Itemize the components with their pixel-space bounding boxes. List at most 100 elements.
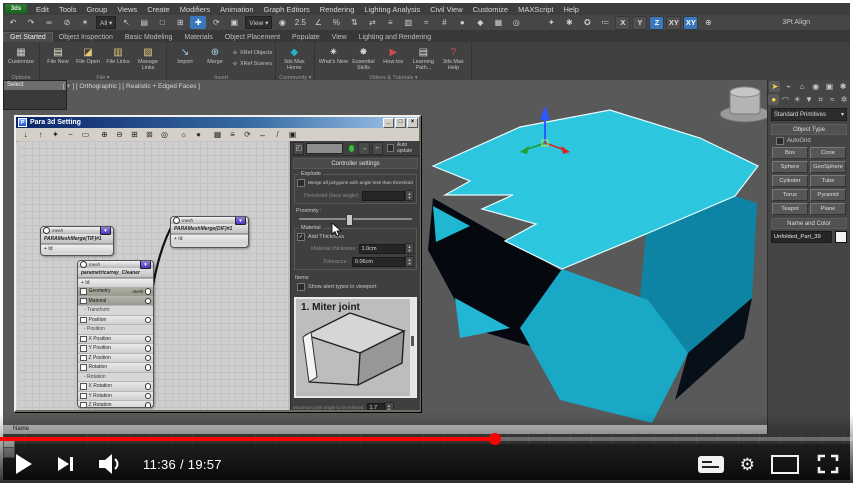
merge-polygons-checkbox[interactable] [297,179,305,187]
param-checkbox[interactable] [80,297,87,304]
select-by-name-icon[interactable]: ▤ [136,16,152,29]
param-output-port[interactable] [144,402,151,407]
geometry-subtab[interactable]: ● [768,94,780,105]
param-checkbox[interactable] [80,383,87,390]
fullscreen-icon[interactable] [817,454,839,474]
menu-maxscript[interactable]: MAXScript [513,5,558,14]
menu-graph-editors[interactable]: Graph Editors [259,5,315,14]
tolerance-field[interactable]: 0.06cm [351,256,405,267]
threshold-spinner[interactable]: ▲ ▼ [405,190,414,201]
menu-edit[interactable]: Edit [31,5,54,14]
param-row-z-rotation[interactable]: Z Rotation [78,401,153,407]
ribbon-tab-materials[interactable]: Materials [178,33,218,42]
utilities-tab[interactable]: ✱ [838,81,849,92]
miter-angle-field[interactable]: 1.7 [366,402,385,410]
rendered-frame-icon[interactable]: ▦ [490,16,506,29]
param-row-x-rotation[interactable]: X Rotation [78,382,153,392]
schematic-view-icon[interactable]: # [436,16,452,29]
ribbon-button-file-links[interactable]: ▥ File Links [103,47,133,71]
primitive-torus-button[interactable]: Torus [772,189,808,201]
param-row-x-position[interactable]: X Position [78,334,153,344]
add-thickness-checkbox[interactable]: ✓ [297,233,305,241]
rotate-icon[interactable]: ⟳ [208,16,224,29]
para-tool-10-icon[interactable]: ◎ [157,128,172,141]
ribbon-button-import[interactable]: ↘ Import [170,47,200,71]
corner-icon[interactable]: ⌐ [371,141,384,155]
window-crossing-icon[interactable]: ⊞ [172,16,188,29]
param-output-port[interactable] [144,392,151,399]
create-tab[interactable]: ➤ [769,81,781,92]
param-output-port[interactable] [144,383,151,390]
layer-manager-icon[interactable]: ▥ [400,16,416,29]
primitive-teapot-button[interactable]: Teapot [772,203,808,215]
param-output-port[interactable] [144,288,151,295]
align-icon[interactable]: ≡ [382,16,398,29]
systems-subtab[interactable]: ✲ [839,94,850,105]
align-tool-label[interactable]: 3Pt Align [782,19,810,26]
civil-view-icon-4[interactable]: ≔ [597,16,613,29]
ribbon-button-xref-objects[interactable]: ✧ XRef Objects [232,48,272,59]
shapes-subtab[interactable]: ◠ [780,94,791,105]
para-tool-6-icon[interactable]: ⊕ [97,128,112,141]
ribbon-button-what-s-new[interactable]: ✷ What's New [318,47,348,71]
para-tool-13-icon[interactable]: ● [191,128,206,141]
node-id-row[interactable]: + Id [171,234,248,243]
para3d-window[interactable]: P Para 3d Setting _ □ × ↓ ↑ ✦ − ▭ ⊕ ⊖ ⊞ ⊠ ◎ ☼ ● ▦ ≡ ⟳ ↔ / ▣… [14,115,421,412]
menu-group[interactable]: Group [81,5,112,14]
modify-tab[interactable]: ⌁ [783,81,794,92]
param-row-position[interactable]: Position [78,315,153,325]
hierarchy-tab[interactable]: ⌂ [797,81,808,92]
param-output-port[interactable] [144,297,151,304]
autogrid-checkbox[interactable] [776,137,784,145]
object-color-swatch[interactable] [835,231,847,243]
ribbon-button-file-new[interactable]: ▤ File New [43,47,73,71]
param-output-port[interactable] [144,345,151,352]
para-tool-4-icon[interactable]: ▭ [78,128,93,141]
para-tool-15-icon[interactable]: ▦ [210,128,225,141]
param-output-port[interactable] [144,335,151,342]
play-button[interactable] [16,454,32,474]
scale-icon[interactable]: ▣ [226,16,242,29]
ribbon-button-customize[interactable]: ▦ Customize [6,47,36,71]
node-id-row[interactable]: + Id [78,278,153,287]
para-tool-20-icon[interactable]: ▣ [285,128,300,141]
close-icon[interactable]: × [407,117,418,128]
progress-scrubber[interactable] [488,433,501,445]
ribbon-tab-object-inspection[interactable]: Object Inspection [53,33,119,42]
primitive-plane-button[interactable]: Plane [810,203,846,215]
menu-customize[interactable]: Customize [468,5,513,14]
param-checkbox[interactable] [80,288,87,295]
para-tool-9-icon[interactable]: ⊠ [142,128,157,141]
para-tool-16-icon[interactable]: ≡ [225,128,240,141]
axis-xy-button[interactable]: XY [666,15,682,30]
name-color-rollout[interactable]: Name and Color [771,218,847,229]
autogrid-row[interactable]: AutoGrid [776,137,850,145]
civil-view-icon-2[interactable]: ✱ [561,16,577,29]
param-output-port[interactable] [144,316,151,323]
primitive-cylinder-button[interactable]: Cylinder [772,175,808,187]
menu-views[interactable]: Views [112,5,142,14]
primitive-geosphere-button[interactable]: GeoSphere [810,161,846,173]
node-input-port[interactable] [173,217,180,224]
ribbon-button-merge[interactable]: ⊕ Merge [200,47,230,71]
para-tool-0-icon[interactable]: ↓ [18,128,33,141]
app-logo[interactable]: 3ds [5,4,27,14]
node-meshmerge-right[interactable]: mesh ▼ PARAMeshMerge(DIF)#1 + Id [170,216,249,248]
primitive-pyramid-button[interactable]: Pyramid [810,189,846,201]
miter-angle-spinner[interactable]: ▲ ▼ [384,402,394,410]
param-checkbox[interactable] [80,354,87,361]
ribbon-tab-view[interactable]: View [326,33,353,42]
ribbon-button-how-tos[interactable]: ▶ How-tos [378,47,408,71]
spinner-snap-icon[interactable]: ⇅ [346,16,362,29]
ribbon-button-3ds-max-home[interactable]: ◆ 3ds Max Home [279,47,309,71]
ribbon-tab-populate[interactable]: Populate [286,33,326,42]
next-button[interactable] [58,457,73,471]
thickness-spinner[interactable]: ▲ ▼ [405,243,414,254]
para-tool-3-icon[interactable]: − [63,128,78,141]
render-setup-icon[interactable]: ◆ [472,16,488,29]
param-checkbox[interactable] [80,345,87,352]
tolerance-spinner[interactable]: ▲ ▼ [405,256,414,267]
menu-rendering[interactable]: Rendering [315,5,360,14]
primitive-category-dropdown[interactable]: Standard Primitives ▾ [771,108,847,121]
selection-filter-dropdown[interactable]: All ▾ [96,16,117,29]
